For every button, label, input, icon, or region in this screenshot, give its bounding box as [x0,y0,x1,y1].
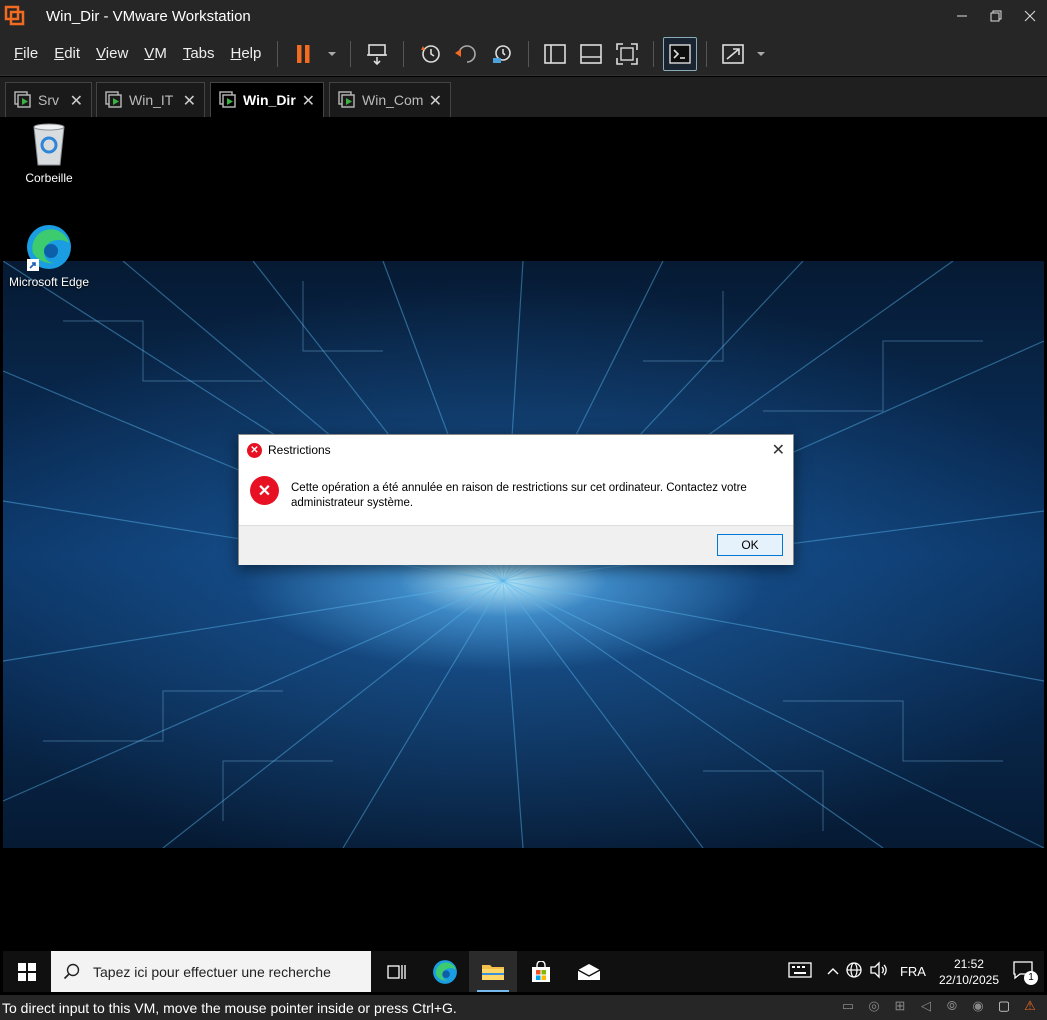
vm-console[interactable]: Corbeille Microsoft Edge ✕ Restrictions … [3,117,1044,992]
menu-bar: File Edit View VM Tabs Help [0,32,1047,76]
display-status-icon[interactable]: ◉ [967,998,989,1016]
close-tab-icon[interactable]: ✕ [70,91,83,111]
toolbar-separator [653,40,655,67]
ok-button[interactable]: OK [717,534,783,556]
power-dropdown-chevron-icon[interactable] [323,37,341,71]
vm-running-icon [338,91,356,109]
vm-tab-bar: Srv ✕ Win_IT ✕ Win_Dir ✕ Win_Com ✕ [0,77,1047,117]
tab-srv[interactable]: Srv ✕ [5,82,92,117]
close-tab-icon[interactable]: ✕ [302,91,315,111]
toolbar-separator [403,40,405,67]
windows-taskbar: Tapez ici pour effectuer une recherche F… [3,951,1044,992]
vm-running-icon [105,91,123,109]
taskbar-clock[interactable]: 21:52 22/10/2025 [939,956,999,988]
taskbar-search-box[interactable]: Tapez ici pour effectuer une recherche [51,951,371,992]
tab-win-com[interactable]: Win_Com ✕ [329,82,451,117]
restrictions-dialog: ✕ Restrictions ✕ ✕ Cette opération a été… [238,434,794,565]
show-library-icon[interactable] [538,37,572,71]
desktop-icon-recycle-bin[interactable]: Corbeille [3,123,95,185]
touch-keyboard-icon[interactable] [788,962,812,981]
tab-win-it[interactable]: Win_IT ✕ [96,82,205,117]
notification-badge: 1 [1024,971,1038,985]
snapshot-manager-icon[interactable] [485,37,519,71]
status-message: To direct input to this VM, move the mou… [2,999,457,1016]
tab-win-dir[interactable]: Win_Dir ✕ [210,82,324,117]
tab-label: Win_Dir [243,92,296,108]
send-ctrl-alt-del-icon[interactable] [360,37,394,71]
close-tab-icon[interactable]: ✕ [183,91,196,111]
dialog-close-button[interactable]: ✕ [772,440,785,460]
taskbar-store-icon[interactable] [517,951,565,992]
search-icon [63,963,80,979]
input-language-indicator[interactable]: FRA [900,964,926,979]
clock-time: 21:52 [953,956,984,971]
vmware-logo-icon [4,5,26,27]
vm-settings-icon[interactable]: ⚠ [1019,998,1041,1016]
title-bar: Win_Dir - VMware Workstation [0,0,1047,32]
toolbar-separator [706,40,708,67]
network-globe-icon[interactable] [845,961,863,982]
task-view-icon[interactable] [373,951,421,992]
dialog-titlebar: ✕ Restrictions ✕ [239,435,793,465]
dialog-title: Restrictions [268,443,331,457]
edge-icon [25,223,73,271]
clock-date: 22/10/2025 [938,972,999,987]
menu-file[interactable]: File [14,45,38,62]
error-icon: ✕ [250,476,279,505]
stretch-dropdown-chevron-icon[interactable] [752,37,770,71]
console-view-icon[interactable] [663,36,698,71]
start-button[interactable] [3,951,51,992]
dialog-footer: OK [239,525,793,565]
suspend-button[interactable] [287,37,321,71]
desktop-icon-label: Corbeille [25,171,73,185]
status-bar: To direct input to this VM, move the mou… [0,995,1047,1020]
notification-center-icon[interactable]: 1 [1012,960,1038,985]
tab-label: Win_Com [362,92,424,108]
menu-tabs[interactable]: Tabs [183,45,215,62]
take-snapshot-icon[interactable] [413,37,447,71]
vm-running-icon [219,91,237,109]
taskbar-mail-icon[interactable] [565,951,613,992]
windows-logo-icon [18,962,36,981]
desktop-icon-label: Microsoft Edge [8,275,90,289]
menu-edit[interactable]: Edit [54,45,80,62]
shortcut-arrow-icon [27,259,39,271]
menu-help[interactable]: Help [231,45,262,62]
message-log-icon[interactable]: ▢ [993,998,1015,1016]
cd-dvd-status-icon[interactable]: ◎ [863,998,885,1016]
toolbar-separator [277,40,279,67]
volume-icon[interactable] [869,961,889,982]
revert-snapshot-icon[interactable] [449,37,483,71]
full-screen-icon[interactable] [610,37,644,71]
close-window-button[interactable] [1013,0,1047,32]
thumbnail-bar-icon[interactable] [574,37,608,71]
vm-running-icon [14,91,32,109]
recycle-bin-icon [29,123,69,167]
menu-vm[interactable]: VM [144,45,167,62]
tab-label: Win_IT [129,92,174,108]
error-small-icon: ✕ [247,442,262,458]
menu-view[interactable]: View [96,45,128,62]
tab-label: Srv [38,92,59,108]
system-tray: FRA 21:52 22/10/2025 1 [785,951,1044,992]
network-adapter-status-icon[interactable]: ⊞ [889,998,911,1016]
usb-status-icon[interactable]: ⦾ [941,998,963,1016]
desktop-icon-microsoft-edge[interactable]: Microsoft Edge [3,223,95,289]
window-title: Win_Dir - VMware Workstation [46,7,251,25]
close-tab-icon[interactable]: ✕ [429,91,442,111]
restore-button[interactable] [979,0,1013,32]
taskbar-edge-icon[interactable] [421,951,469,992]
dialog-body: ✕ Cette opération a été annulée en raiso… [239,465,793,525]
toolbar-separator [350,40,352,67]
dialog-message: Cette opération a été annulée en raison … [291,482,747,509]
toolbar-separator [528,40,530,67]
stretch-guest-icon[interactable] [716,37,750,71]
show-hidden-icons-chevron-icon[interactable] [827,964,839,979]
search-placeholder: Tapez ici pour effectuer une recherche [93,963,331,980]
sound-card-status-icon[interactable]: ◁ [915,998,937,1016]
minimize-button[interactable] [945,0,979,32]
hard-disk-status-icon[interactable]: ▭ [837,998,859,1016]
taskbar-file-explorer-icon[interactable] [469,951,517,992]
